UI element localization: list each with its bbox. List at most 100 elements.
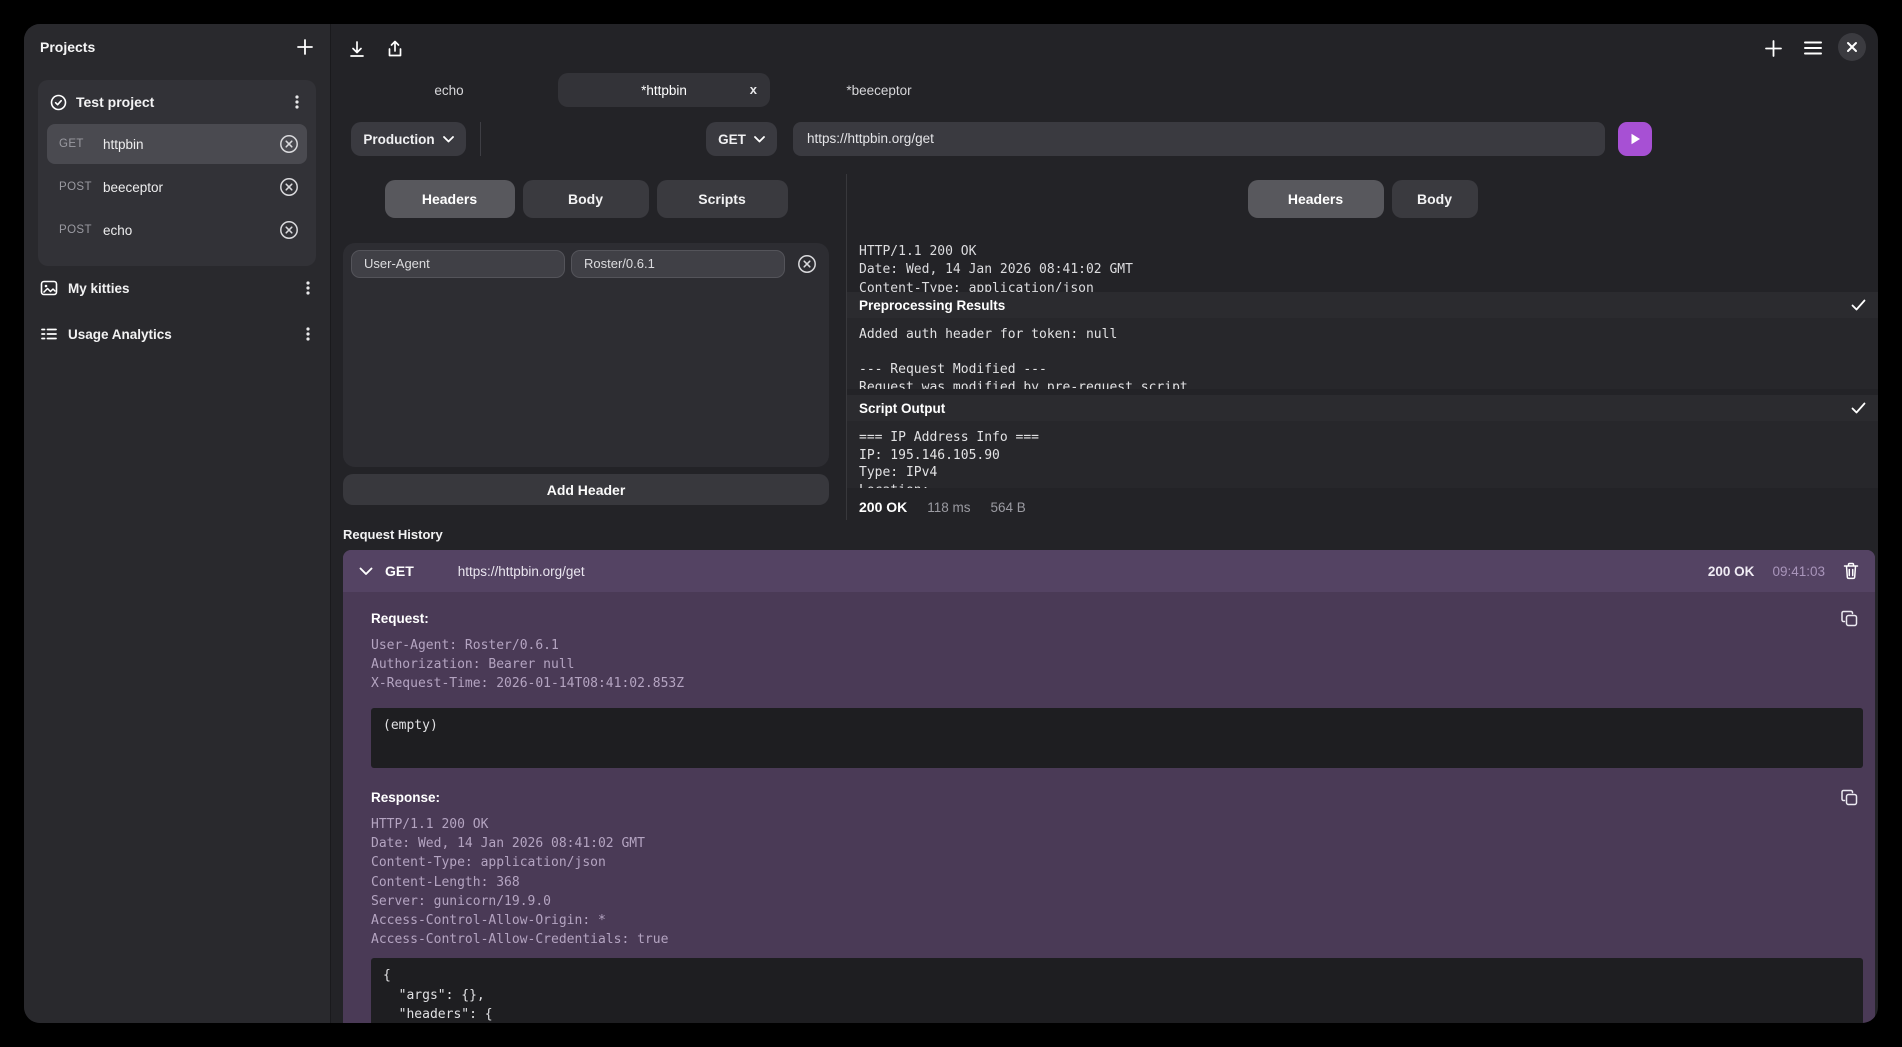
tab-label: *beeceptor <box>846 83 911 98</box>
sidebar-item-my-kitties[interactable]: My kitties <box>24 270 331 306</box>
tab-request-scripts[interactable]: Scripts <box>657 180 788 218</box>
project-group: Test project GET httpbin POST beeceptor <box>38 80 316 266</box>
app-window: Projects Test project GET httpbin <box>24 24 1878 1023</box>
request-tabs: Headers Body Scripts <box>343 180 829 218</box>
status-code: 200 OK <box>859 499 907 515</box>
preprocessing-results-header[interactable]: Preprocessing Results <box>847 292 1878 318</box>
delete-request-button[interactable] <box>279 220 299 240</box>
response-headers-preview[interactable]: HTTP/1.1 200 OK Date: Wed, 14 Jan 2026 0… <box>859 243 1869 292</box>
image-icon <box>40 279 58 297</box>
response-headers-text: HTTP/1.1 200 OK Date: Wed, 14 Jan 2026 0… <box>859 243 1869 292</box>
circle-x-icon <box>279 177 299 197</box>
environment-label: Production <box>363 132 434 147</box>
circle-x-icon <box>279 134 299 154</box>
preprocessing-results-output[interactable]: Added auth header for token: null --- Re… <box>847 318 1878 389</box>
history-status: 200 OK <box>1708 564 1755 579</box>
request-body-text: (empty) <box>383 716 1851 736</box>
delete-history-button[interactable] <box>1843 562 1859 580</box>
header-key-input[interactable]: User-Agent <box>351 250 565 278</box>
script-output-text: === IP Address Info === IP: 195.146.105.… <box>847 421 1878 488</box>
kebab-menu-icon[interactable] <box>301 326 315 342</box>
copy-response-button[interactable] <box>1839 787 1859 807</box>
copy-icon <box>1841 789 1858 806</box>
add-project-button[interactable] <box>292 34 318 60</box>
response-tabs: Headers Body <box>847 180 1878 218</box>
history-url: https://httpbin.org/get <box>458 564 585 579</box>
tab-httpbin[interactable]: *httpbin x <box>558 73 770 107</box>
tab-echo[interactable]: echo <box>343 73 555 107</box>
chevron-down-icon <box>443 136 454 143</box>
request-method-label: POST <box>47 181 95 193</box>
tab-response-headers[interactable]: Headers <box>1248 180 1384 218</box>
history-response-body[interactable]: { "args": {}, "headers": { <box>371 958 1863 1023</box>
copy-request-button[interactable] <box>1839 608 1859 628</box>
tab-label: *httpbin <box>641 83 687 98</box>
response-section-label: Response: <box>371 790 440 805</box>
menu-button[interactable] <box>1801 36 1825 60</box>
sidebar: Projects Test project GET httpbin <box>24 24 331 1023</box>
list-icon <box>40 325 58 343</box>
copy-icon <box>1841 610 1858 627</box>
check-icon <box>1851 299 1866 311</box>
chevron-down-icon <box>754 136 765 143</box>
tab-response-body[interactable]: Body <box>1392 180 1478 218</box>
import-button[interactable] <box>345 37 369 61</box>
history-request-headers: User-Agent: Roster/0.6.1 Authorization: … <box>371 636 684 694</box>
request-item-echo[interactable]: POST echo <box>47 210 307 250</box>
hamburger-icon <box>1803 39 1823 57</box>
request-method-label: GET <box>47 138 95 150</box>
plus-icon <box>1764 39 1783 58</box>
method-label: GET <box>718 132 746 147</box>
export-button[interactable] <box>383 37 407 61</box>
tab-label: echo <box>434 83 463 98</box>
request-history-title: Request History <box>343 527 443 542</box>
request-name: httpbin <box>103 137 144 152</box>
history-response-headers: HTTP/1.1 200 OK Date: Wed, 14 Jan 2026 0… <box>371 815 668 949</box>
close-tab-button[interactable]: x <box>750 82 757 97</box>
sidebar-title: Projects <box>40 39 95 55</box>
script-output-output[interactable]: === IP Address Info === IP: 195.146.105.… <box>847 421 1878 488</box>
history-method: GET <box>385 563 414 579</box>
kebab-menu-icon[interactable] <box>290 94 304 110</box>
close-window-button[interactable] <box>1838 33 1866 61</box>
share-icon <box>385 39 405 59</box>
tab-request-body[interactable]: Body <box>523 180 649 218</box>
url-input[interactable]: https://httpbin.org/get <box>793 122 1605 156</box>
delete-request-button[interactable] <box>279 134 299 154</box>
headers-editor: User-Agent Roster/0.6.1 <box>343 243 829 467</box>
request-item-beeceptor[interactable]: POST beeceptor <box>47 167 307 207</box>
request-method-label: POST <box>47 224 95 236</box>
circle-x-icon <box>279 220 299 240</box>
request-name: echo <box>103 223 132 238</box>
delete-request-button[interactable] <box>279 177 299 197</box>
environment-selector[interactable]: Production <box>351 122 466 156</box>
method-selector[interactable]: GET <box>706 122 777 156</box>
remove-header-button[interactable] <box>797 254 817 274</box>
header-row: User-Agent Roster/0.6.1 <box>343 243 829 285</box>
project-group-header[interactable]: Test project <box>38 80 316 124</box>
request-item-httpbin[interactable]: GET httpbin <box>47 124 307 164</box>
preprocessing-results-text: Added auth header for token: null --- Re… <box>847 318 1878 389</box>
add-header-button[interactable]: Add Header <box>343 474 829 505</box>
tab-request-headers[interactable]: Headers <box>385 180 515 218</box>
history-request-body[interactable]: (empty) <box>371 708 1863 768</box>
check-icon <box>1851 402 1866 414</box>
script-output-header[interactable]: Script Output <box>847 395 1878 421</box>
collection-name: Usage Analytics <box>68 327 172 342</box>
sidebar-item-usage-analytics[interactable]: Usage Analytics <box>24 316 331 352</box>
chevron-down-icon[interactable] <box>359 567 373 576</box>
kebab-menu-icon[interactable] <box>301 280 315 296</box>
section-title: Preprocessing Results <box>859 298 1005 313</box>
new-tab-button[interactable] <box>1761 36 1785 60</box>
request-name: beeceptor <box>103 180 163 195</box>
trash-icon <box>1843 562 1859 580</box>
history-entry-header[interactable]: GET https://httpbin.org/get 200 OK 09:41… <box>343 550 1875 592</box>
response-body-text: { "args": {}, "headers": { <box>383 966 1851 1023</box>
request-section-label: Request: <box>371 611 429 626</box>
circle-x-icon <box>797 254 817 274</box>
header-value-input[interactable]: Roster/0.6.1 <box>571 250 785 278</box>
send-request-button[interactable] <box>1618 122 1652 156</box>
clock-check-icon <box>50 94 67 111</box>
divider <box>480 122 481 156</box>
tab-beeceptor[interactable]: *beeceptor <box>773 73 985 107</box>
